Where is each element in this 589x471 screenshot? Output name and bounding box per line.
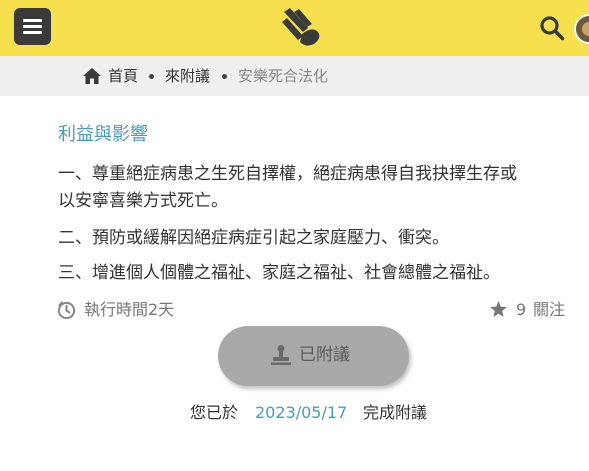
breadcrumb-home[interactable]: 首頁 <box>108 66 138 86</box>
duration-text: 執行時間2天 <box>84 300 175 319</box>
section-title: 利益與影響 <box>58 124 148 145</box>
paragraph: 二、預防或緩解因絕症病症引起之家庭壓力、衝突。 <box>58 228 449 248</box>
breadcrumb-separator <box>222 74 227 79</box>
hamburger-line <box>23 31 42 34</box>
menu-button[interactable] <box>14 8 51 45</box>
paragraph: 以安寧喜樂方式死亡。 <box>58 191 228 211</box>
search-icon[interactable] <box>539 15 565 41</box>
paragraph: 一、尊重絕症病患之生死自擇權，絕症病患得自我抉擇生存或 <box>58 164 517 184</box>
clock-icon <box>57 301 76 320</box>
hamburger-line <box>23 19 42 22</box>
user-avatar[interactable] <box>574 14 589 44</box>
breadcrumb-cosign[interactable]: 來附議 <box>165 66 210 86</box>
follow-label[interactable]: 關注 <box>533 298 565 322</box>
hand-logo-icon[interactable] <box>278 4 326 50</box>
done-date: 2023/05/17 <box>255 403 348 422</box>
stamp-icon <box>271 345 291 365</box>
top-bar <box>0 0 589 56</box>
star-icon[interactable] <box>489 300 508 319</box>
home-icon[interactable] <box>82 67 102 85</box>
signed-button[interactable]: 已附議 <box>218 326 409 386</box>
done-prefix: 您已於 <box>190 403 239 422</box>
done-suffix: 完成附議 <box>363 403 428 422</box>
signed-label: 已附議 <box>299 345 350 365</box>
follow-count: 9 <box>516 300 527 319</box>
hamburger-line <box>23 25 42 28</box>
breadcrumb-current: 安樂死合法化 <box>238 67 329 85</box>
breadcrumb-separator <box>149 74 154 79</box>
paragraph: 三、增進個人個體之福祉、家庭之福祉、社會總體之福祉。 <box>58 263 500 283</box>
breadcrumb: 首頁 來附議 安樂死合法化 <box>0 56 589 96</box>
